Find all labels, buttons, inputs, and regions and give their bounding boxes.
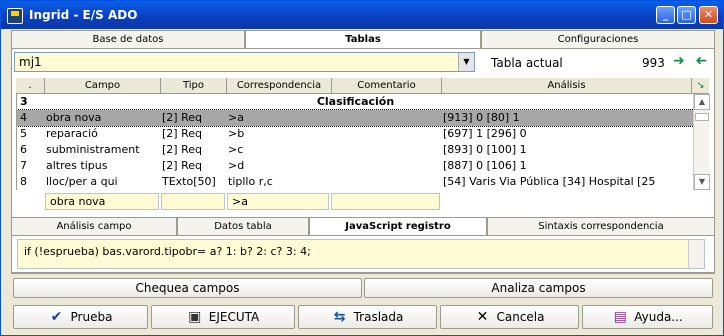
scroll-thumb[interactable] [695, 113, 709, 121]
cell-corr: >c [228, 143, 244, 156]
prueba-button[interactable]: ✔ Prueba [13, 305, 148, 329]
cell-tipo: [2] Req [162, 111, 202, 124]
tab-sintaxis-correspondencia[interactable]: Sintaxis correspondencia [487, 217, 715, 235]
cell-campo: altres tipus [46, 159, 108, 172]
col-header-comentario[interactable]: Comentario [332, 78, 442, 94]
cell-corr: >a [228, 111, 244, 124]
cell-analisis: [697] 1 [296] 0 [443, 127, 527, 140]
cell-corr: >b [228, 127, 245, 140]
minimize-button[interactable]: _ [656, 6, 675, 24]
campo-edit-field[interactable]: obra nova [45, 193, 159, 210]
cell-analisis: [54] Varis Via Pública [34] Hospital [25 [443, 175, 656, 188]
scroll-up-icon[interactable]: ▲ [694, 94, 710, 110]
cell-analisis: [913] 0 [80] 1 [443, 111, 520, 124]
ayuda-label: Ayuda... [634, 310, 683, 324]
cell-campo: reparació [46, 127, 98, 140]
table-row[interactable]: 4 obra nova [2] Req >a [913] 0 [80] 1 [17, 109, 693, 127]
close-window-button[interactable]: ✕ [699, 6, 718, 24]
tab-analisis-campo[interactable]: Análisis campo [11, 217, 177, 235]
col-header-correspondencia[interactable]: Correspondencia [227, 78, 332, 94]
chequea-campos-button[interactable]: Chequea campos [13, 278, 362, 298]
help-book-icon: ▤ [613, 309, 627, 325]
cell-num: 4 [20, 111, 27, 124]
cancela-label: Cancela [496, 310, 545, 324]
chevron-down-icon[interactable]: ▼ [458, 53, 474, 71]
table-row[interactable]: 7 altres tipus [2] Req >d [887] 0 [106] 1 [17, 158, 693, 174]
prueba-label: Prueba [70, 310, 113, 324]
cell-campo: subministrament [46, 143, 140, 156]
title-bar[interactable]: Ingrid - E/S ADO _ □ ✕ [1, 1, 723, 29]
table-row[interactable]: 5 reparació [2] Req >b [697] 1 [296] 0 [17, 126, 693, 142]
tipo-edit-field[interactable] [161, 193, 225, 210]
group-header-row[interactable]: 3 Clasificación [17, 94, 693, 110]
col-header-analisis[interactable]: Análisis [442, 78, 692, 94]
table-select-value: mj1 [19, 55, 42, 69]
traslada-button[interactable]: ⇆ Traslada [298, 305, 437, 329]
tab-javascript-registro[interactable]: JavaScript registro [309, 217, 487, 236]
scroll-down-icon[interactable]: ▼ [694, 174, 710, 190]
tabla-actual-value: 993 [642, 56, 665, 70]
cell-num: 7 [20, 159, 27, 172]
grid-header: . Campo Tipo Correspondencia Comentario … [16, 78, 709, 94]
ayuda-button[interactable]: ▤ Ayuda... [582, 305, 713, 329]
app-icon [7, 8, 23, 24]
analiza-campos-button[interactable]: Analiza campos [364, 278, 713, 298]
cell-corr: tipllo r,c [228, 175, 273, 188]
tabla-actual-label: Tabla actual [491, 56, 563, 70]
fields-grid[interactable]: 3 Clasificación 4 obra nova [2] Req >a [913]… [16, 94, 693, 190]
cell-analisis: [893] 0 [100] 1 [443, 143, 527, 156]
table-select[interactable]: mj1 ▼ [14, 52, 475, 72]
cancela-button[interactable]: ✕ Cancela [440, 305, 579, 329]
tab-tablas[interactable]: Tablas [245, 30, 481, 49]
cell-num: 8 [20, 175, 27, 188]
grid-vertical-scrollbar[interactable]: ▲ ▼ [693, 94, 710, 190]
check-icon: ✔ [50, 309, 63, 325]
group-title: Clasificación [316, 95, 395, 108]
cell-num: 6 [20, 143, 27, 156]
cell-tipo: [2] Req [162, 143, 202, 156]
cell-tipo: [2] Req [162, 127, 202, 140]
cell-corr: >d [228, 159, 245, 172]
table-row[interactable]: 6 subministrament [2] Req >c [893] 0 [100] 1 [17, 142, 693, 158]
col-header-tipo[interactable]: Tipo [161, 78, 227, 94]
transfer-icon: ⇆ [333, 309, 346, 325]
bottom-tabs: Análisis campo Datos tabla JavaScript re… [11, 217, 715, 236]
script-text: if (!esprueba) bas.varord.tipobr= a? 1: … [24, 245, 311, 258]
tab-datos-tabla[interactable]: Datos tabla [177, 217, 309, 235]
tab-configuraciones[interactable]: Configuraciones [481, 30, 715, 48]
save-icon: ▣ [188, 309, 202, 325]
arrow-right-icon[interactable]: ➜ [673, 54, 687, 68]
traslada-label: Traslada [353, 310, 404, 324]
cell-analisis: [887] 0 [106] 1 [443, 159, 527, 172]
window-title: Ingrid - E/S ADO [29, 8, 138, 22]
correspondencia-edit-field[interactable]: >a [227, 193, 329, 210]
expand-icon[interactable]: ↘ [692, 78, 709, 94]
script-editor[interactable]: if (!esprueba) bas.varord.tipobr= a? 1: … [17, 239, 705, 269]
main-window: Ingrid - E/S ADO _ □ ✕ Base de datos Tab… [0, 0, 724, 336]
ejecuta-label: EJECUTA [208, 310, 260, 324]
arrow-left-icon[interactable]: ➜ [693, 53, 707, 69]
col-header-index[interactable]: . [16, 78, 45, 94]
cell-campo: obra nova [46, 111, 102, 124]
cell-tipo: TExto[50] [162, 175, 216, 188]
table-row[interactable]: 8 lloc/per a qui TExto[50] tipllo r,c [54] V… [17, 174, 693, 190]
ejecuta-button[interactable]: ▣ EJECUTA [151, 305, 295, 329]
tab-base-de-datos[interactable]: Base de datos [11, 30, 245, 48]
maximize-button[interactable]: □ [677, 6, 696, 24]
top-tabs: Base de datos Tablas Configuraciones [11, 30, 715, 49]
col-header-campo[interactable]: Campo [45, 78, 161, 94]
cell-tipo: [2] Req [162, 159, 202, 172]
editor-scrollbar[interactable] [688, 240, 704, 268]
close-icon: ✕ [476, 309, 489, 325]
comentario-edit-field[interactable] [331, 193, 440, 210]
cell-campo: lloc/per a qui [46, 175, 118, 188]
cell-num: 5 [20, 127, 27, 140]
